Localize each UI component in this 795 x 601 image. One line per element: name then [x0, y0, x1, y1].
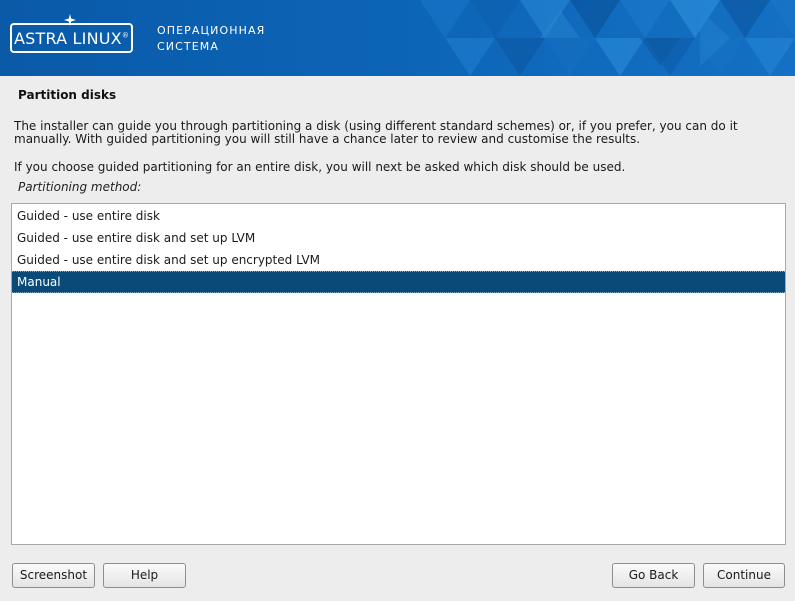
star-icon	[64, 14, 76, 26]
partitioning-method-list[interactable]: Guided - use entire disk Guided - use en…	[11, 203, 786, 545]
description-paragraph: The installer can guide you through part…	[14, 119, 738, 146]
screenshot-button[interactable]: Screenshot	[12, 563, 95, 588]
guided-info-paragraph: If you choose guided partitioning for an…	[14, 160, 626, 174]
page-title: Partition disks	[18, 88, 117, 102]
os-label: ОПЕРАЦИОННАЯ СИСТЕМА	[157, 23, 265, 55]
help-button[interactable]: Help	[103, 563, 186, 588]
list-item-guided-entire-disk[interactable]: Guided - use entire disk	[12, 205, 785, 227]
astra-linux-logo: ASTRA LINUX®	[10, 23, 133, 53]
header-banner: ASTRA LINUX® ОПЕРАЦИОННАЯ СИСТЕМА	[0, 0, 795, 76]
list-item-guided-encrypted-lvm[interactable]: Guided - use entire disk and set up encr…	[12, 249, 785, 271]
installer-window: ASTRA LINUX® ОПЕРАЦИОННАЯ СИСТЕМА Partit…	[0, 0, 795, 601]
continue-button[interactable]: Continue	[703, 563, 785, 588]
logo-text: ASTRA LINUX®	[13, 28, 130, 48]
go-back-button[interactable]: Go Back	[612, 563, 695, 588]
os-label-line2: СИСТЕМА	[157, 40, 219, 53]
list-item-guided-lvm[interactable]: Guided - use entire disk and set up LVM	[12, 227, 785, 249]
list-item-manual[interactable]: Manual	[12, 271, 785, 293]
os-label-line1: ОПЕРАЦИОННАЯ	[157, 24, 266, 37]
partitioning-method-label: Partitioning method:	[18, 180, 142, 194]
